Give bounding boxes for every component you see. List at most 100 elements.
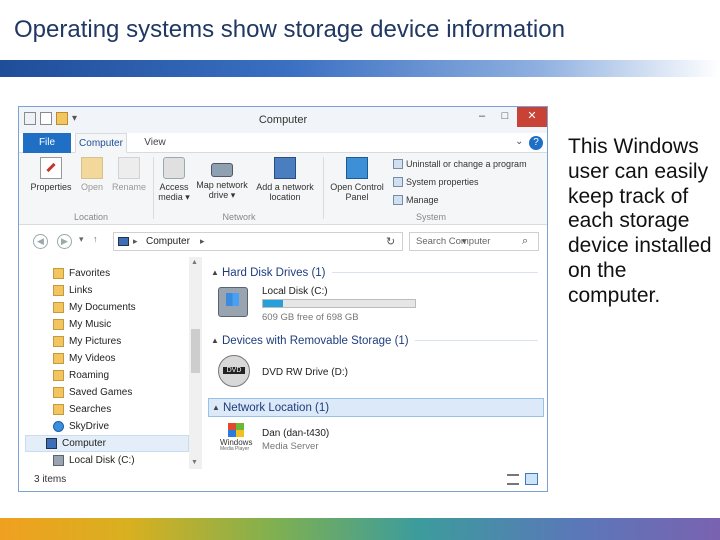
local-disk-name[interactable]: Local Disk (C:) [262,286,328,297]
system-properties-button[interactable]: System properties [393,177,479,187]
computer-icon [46,438,57,449]
map-network-drive-button[interactable]: Map network drive ▾ [193,157,251,200]
nav-item-my-pictures[interactable]: My Pictures [53,333,229,350]
up-button[interactable]: ↑ [93,234,98,244]
open-button[interactable]: Open [75,157,109,192]
nav-item-skydrive[interactable]: SkyDrive [53,418,229,435]
uninstall-icon [393,159,403,169]
title-underline-bar [0,60,720,77]
manage-icon [393,195,403,205]
nav-item-my-documents[interactable]: My Documents [53,299,229,316]
close-button[interactable]: ✕ [517,107,547,127]
nav-item-my-videos[interactable]: My Videos [53,350,229,367]
group-header-network[interactable]: ▲ Network Location (1) [208,398,544,417]
dvd-drive-icon[interactable]: DVD [218,355,250,387]
open-label: Open [80,182,104,192]
ribbon-separator [153,157,154,219]
rename-icon [118,157,140,179]
rename-button[interactable]: Rename [109,157,149,192]
tab-view[interactable]: View [133,133,177,153]
nav-item-saved-games[interactable]: Saved Games [53,384,229,401]
access-media-button[interactable]: Access media ▾ [155,157,193,202]
folder-icon [53,319,64,330]
search-icon[interactable]: ⌕ [522,235,528,248]
nav-item-label: My Videos [69,353,116,364]
dvd-drive-name[interactable]: DVD RW Drive (D:) [262,367,348,378]
nav-item-label: My Pictures [69,336,122,347]
nav-scrollbar[interactable]: ▲ ▼ [189,257,202,471]
group-header-label: Network Location (1) [223,401,330,414]
divider [335,407,537,408]
nav-item-label: Favorites [69,268,111,279]
explorer-window: ▾ Computer – □ ✕ File Computer View ⌄ ? … [18,106,548,492]
open-control-panel-label: Open Control Panel [330,182,384,202]
recent-locations-icon[interactable]: ▾ [79,234,84,245]
group-header-label: Devices with Removable Storage (1) [222,334,409,347]
window-titlebar: ▾ Computer – □ ✕ [19,107,547,133]
forward-button[interactable]: ▶ [57,234,72,249]
group-header-hard-disk[interactable]: ▲ Hard Disk Drives (1) [208,263,544,282]
ribbon-separator [323,157,324,219]
network-device-name[interactable]: Dan (dan-t430) [262,428,329,439]
windows-media-player-icon[interactable]: Windows Media Player [220,423,254,452]
search-input[interactable]: Search Computer ⌕ [409,232,539,251]
system-properties-icon [393,177,403,187]
nav-item-searches[interactable]: Searches [53,401,229,418]
open-control-panel-button[interactable]: Open Control Panel [325,157,389,202]
tab-file[interactable]: File [23,133,71,153]
breadcrumb-arrow-icon[interactable]: ▸ [133,236,138,247]
nav-item-links[interactable]: Links [53,282,229,299]
nav-item-local-disk[interactable]: Local Disk (C:) [53,452,229,469]
side-caption: This Windows user can easily keep track … [568,135,712,307]
maximize-button[interactable]: □ [493,107,517,127]
back-button[interactable]: ◀ [33,234,48,249]
nav-item-favorites[interactable]: Favorites [53,265,229,282]
uninstall-label: Uninstall or change a program [406,159,527,169]
scroll-down-icon[interactable]: ▼ [191,459,198,466]
status-bar: 3 items [19,469,547,491]
collapse-chevron-icon[interactable]: ▲ [208,268,222,277]
divider [331,272,538,273]
group-header-removable[interactable]: ▲ Devices with Removable Storage (1) [208,331,544,350]
nav-item-label: My Music [69,319,112,330]
nav-item-label: Computer [62,438,106,449]
group-label-network: Network [222,212,256,222]
nav-item-my-music[interactable]: My Music [53,316,229,333]
properties-button[interactable]: Properties [29,157,73,192]
open-icon [81,157,103,179]
nav-item-computer[interactable]: Computer [25,435,189,452]
network-drive-icon [211,163,233,177]
breadcrumb-computer[interactable]: Computer [146,236,190,247]
minimize-button[interactable]: – [471,107,493,127]
collapse-chevron-icon[interactable]: ▲ [208,336,222,345]
help-icon[interactable]: ? [529,136,543,150]
content-pane: ▲ Hard Disk Drives (1) Local Disk (C:) 6… [206,257,547,471]
expand-ribbon-icon[interactable]: ⌄ [515,136,523,147]
collapse-chevron-icon[interactable]: ▲ [209,403,223,412]
uninstall-program-button[interactable]: Uninstall or change a program [393,159,527,169]
add-network-location-button[interactable]: Add a network location [251,157,319,202]
tiles-view-icon[interactable] [525,473,538,485]
refresh-icon[interactable]: ↻ [386,235,395,248]
drive-icon [53,455,64,466]
map-network-drive-label: Map network drive ▾ [196,180,248,200]
ribbon: Properties Open Rename Location Access m… [19,153,547,225]
details-view-icon[interactable] [507,474,519,485]
dvd-icon-label: DVD [223,367,245,374]
network-location-icon [274,157,296,179]
breadcrumb-arrow-icon[interactable]: ▸ [200,236,205,247]
address-bar[interactable]: ▸ Computer ▸ ▾ ↻ [113,232,467,251]
scroll-up-icon[interactable]: ▲ [191,259,198,266]
status-item-count: 3 items [34,474,67,485]
properties-label: Properties [30,182,72,192]
tab-computer[interactable]: Computer [75,133,127,153]
nav-item-label: SkyDrive [69,421,110,432]
manage-button[interactable]: Manage [393,195,439,205]
group-label-location: Location [73,212,109,222]
local-disk-icon[interactable] [218,287,248,317]
local-disk-capacity-bar [262,299,416,308]
control-panel-icon [346,157,368,179]
folder-icon [53,302,64,313]
scroll-thumb[interactable] [191,329,200,373]
nav-item-roaming[interactable]: Roaming [53,367,229,384]
